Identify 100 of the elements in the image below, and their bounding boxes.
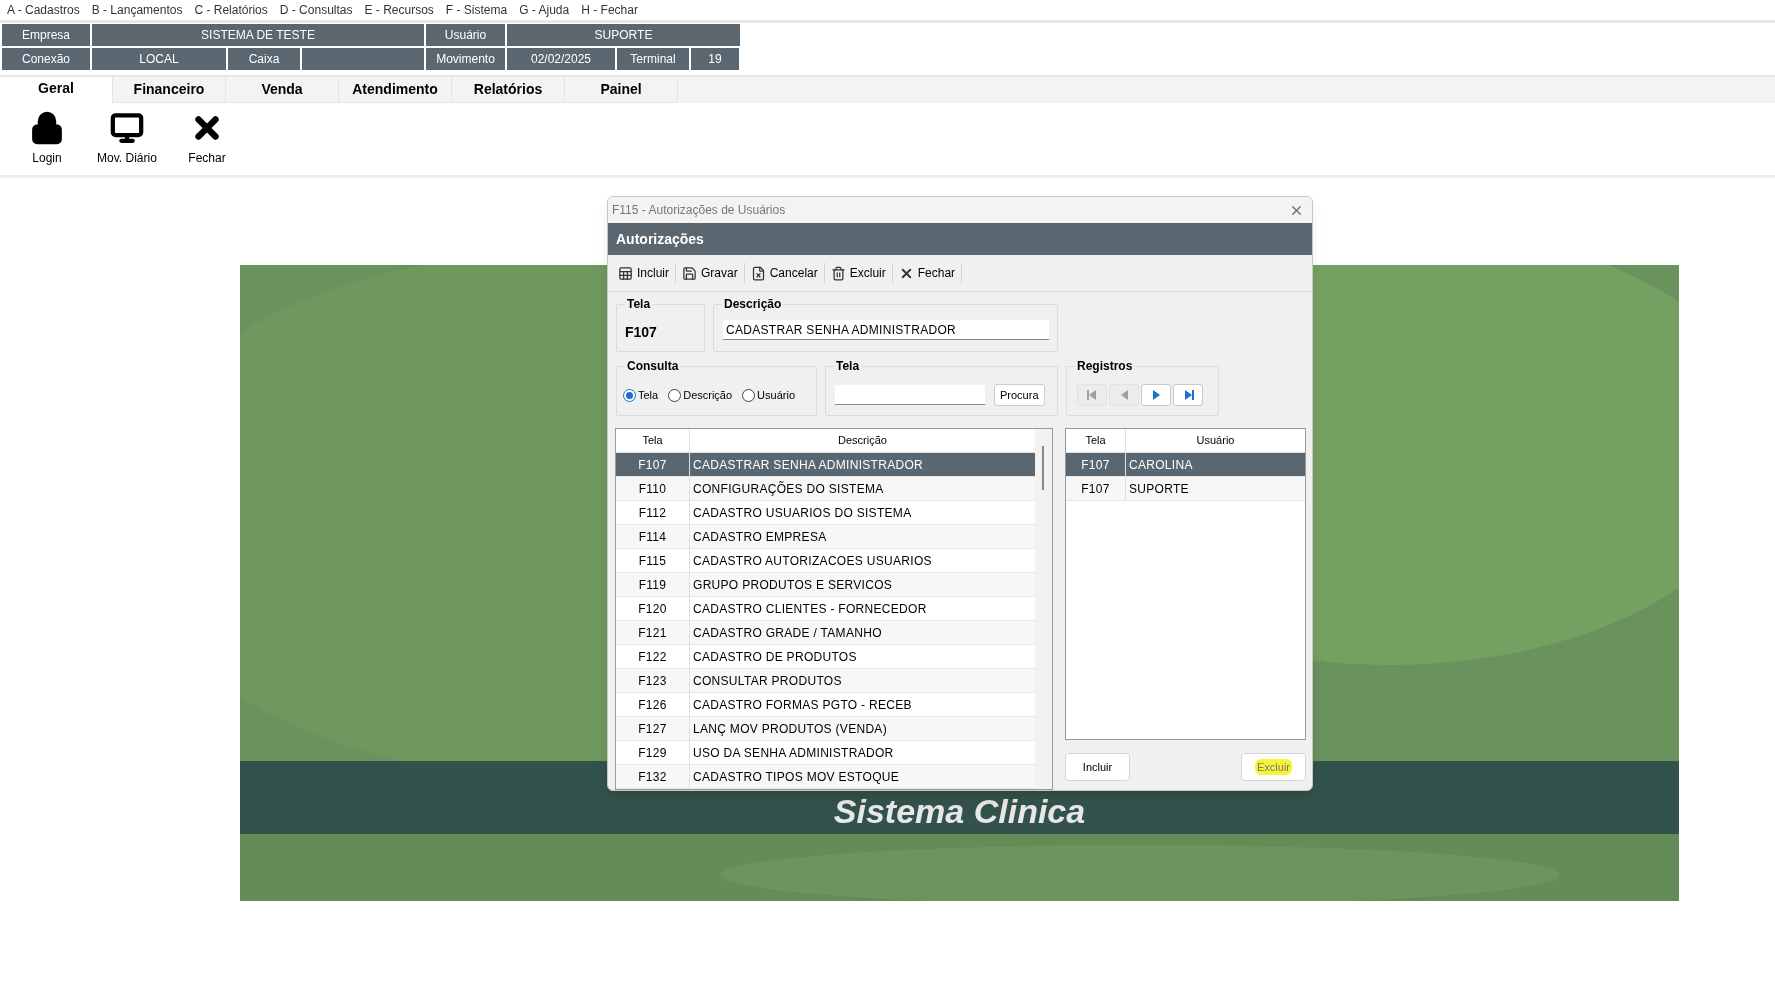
table-cell-text: CAROLINA (1128, 456, 1194, 474)
table-cell-text: CADASTRO USUARIOS DO SISTEMA (692, 504, 913, 522)
navigation-button[interactable] (1173, 384, 1203, 406)
menu-item[interactable]: A - Cadastros (7, 1, 80, 19)
column-header[interactable]: Descrição (690, 429, 1035, 452)
info-cell: Movimento (426, 48, 505, 70)
ribbon-button[interactable]: Fechar (176, 111, 238, 167)
table-cell: F120 (616, 597, 690, 620)
radio-option[interactable]: Descrição (668, 386, 733, 404)
table-cell: F122 (616, 645, 690, 668)
table-cell: F132 (616, 765, 690, 788)
table-cell: F121 (616, 621, 690, 644)
table-row[interactable]: F115 CADASTRO AUTORIZACOES USUARIOS (616, 549, 1035, 573)
radio-option[interactable]: Usuário (742, 386, 795, 404)
table-row[interactable]: F114 CADASTRO EMPRESA (616, 525, 1035, 549)
ribbon-tab[interactable]: Relatórios (452, 77, 565, 103)
table-cell: F127 (616, 717, 690, 740)
table-row[interactable]: F132 CADASTRO TIPOS MOV ESTOQUE (616, 765, 1035, 789)
ribbon-button[interactable]: Login (16, 111, 78, 167)
table-cell-text: CADASTRO AUTORIZACOES USUARIOS (692, 552, 933, 570)
table-cell: F123 (616, 669, 690, 692)
banner-title: Sistema Clinica (833, 792, 1086, 830)
monitor-icon (110, 111, 144, 145)
toolbar-button[interactable]: Fechar (892, 264, 962, 282)
info-cell: 19 (691, 48, 739, 70)
table-cell-text: CADASTRO CLIENTES - FORNECEDOR (692, 600, 928, 618)
description-field[interactable]: CADASTRAR SENHA ADMINISTRADOR (723, 320, 1049, 340)
toolbar-button[interactable]: Excluir (824, 264, 892, 282)
table-row[interactable]: F121 CADASTRO GRADE / TAMANHO (616, 621, 1035, 645)
toolbar-button[interactable]: Cancelar (744, 264, 824, 282)
table-row[interactable]: F126 CADASTRO FORMAS PGTO - RECEB (616, 693, 1035, 717)
menu-item[interactable]: C - Relatórios (194, 1, 268, 19)
table-cell-text: CADASTRO FORMAS PGTO - RECEB (692, 696, 913, 714)
table-cell: F107 (616, 453, 690, 476)
table-cell: F114 (616, 525, 690, 548)
radio-button[interactable] (668, 388, 682, 402)
info-cell: SUPORTE (507, 24, 740, 46)
table-row[interactable]: F107 CAROLINA (1066, 453, 1305, 477)
table-cell: F129 (616, 741, 690, 764)
ribbon-tab[interactable]: Atendimento (339, 77, 452, 103)
table-row[interactable]: F119 GRUPO PRODUTOS E SERVICOS (616, 573, 1035, 597)
table-cell-text: CADASTRAR SENHA ADMINISTRADOR (692, 456, 925, 474)
table-cell: F115 (616, 549, 690, 572)
menu-item[interactable]: H - Fechar (581, 1, 638, 19)
search-button[interactable]: Procura (994, 384, 1045, 406)
menu-item[interactable]: D - Consultas (279, 1, 353, 19)
radio-button[interactable] (623, 388, 636, 402)
toolbar-button[interactable]: Gravar (676, 264, 744, 282)
table-row[interactable]: F107 CADASTRAR SENHA ADMINISTRADOR (616, 453, 1035, 477)
info-cell: LOCAL (92, 48, 226, 70)
info-cell: Usuário (426, 24, 505, 46)
table-cell-text: SUPORTE (1128, 480, 1190, 498)
table-cell: F119 (616, 573, 690, 596)
table-row[interactable]: F120 CADASTRO CLIENTES - FORNECEDOR (616, 597, 1035, 621)
radio-option[interactable]: Tela (623, 386, 659, 404)
info-cell: SISTEMA DE TESTE (92, 24, 424, 46)
navigation-button[interactable] (1141, 384, 1171, 406)
save-icon (682, 265, 697, 281)
ribbon-tab[interactable]: Financeiro (113, 77, 226, 103)
toolbar-button[interactable]: Incluir (612, 264, 675, 282)
table-row[interactable]: F107 SUPORTE (1066, 477, 1305, 501)
action-button[interactable]: Excluir (1241, 753, 1306, 781)
skip-first-icon (1085, 388, 1099, 402)
column-header[interactable]: Tela (1066, 429, 1126, 452)
info-cell: Terminal (617, 48, 689, 70)
table-cell: F112 (616, 501, 690, 524)
trash-icon (830, 265, 846, 281)
table-icon (618, 265, 633, 281)
table-row[interactable]: F129 USO DA SENHA ADMINISTRADOR (616, 741, 1035, 765)
scrollbar[interactable] (1035, 429, 1052, 789)
search-field[interactable] (835, 385, 985, 405)
table-cell: F110 (616, 477, 690, 500)
menu-item[interactable]: E - Recursos (364, 1, 434, 19)
action-button[interactable]: Incluir (1065, 753, 1130, 781)
table-row[interactable]: F112 CADASTRO USUARIOS DO SISTEMA (616, 501, 1035, 525)
ribbon-tab[interactable]: Venda (226, 77, 339, 103)
ribbon-tab[interactable]: Painel (565, 77, 678, 103)
menu-item[interactable]: F - Sistema (445, 1, 508, 19)
table-cell: F107 (1066, 477, 1126, 500)
table-row[interactable]: F127 LANÇ MOV PRODUTOS (VENDA) (616, 717, 1035, 741)
menu-item[interactable]: B - Lançamentos (91, 1, 183, 19)
table-row[interactable]: F110 CONFIGURAÇÕES DO SISTEMA (616, 477, 1035, 501)
table-cell-text: CONFIGURAÇÕES DO SISTEMA (692, 480, 885, 498)
group-label: Registros (1075, 358, 1135, 374)
column-header[interactable]: Usuário (1126, 429, 1305, 452)
screen-code: F107 (625, 323, 657, 342)
table-cell-text: CADASTRO DE PRODUTOS (692, 648, 858, 666)
column-header[interactable]: Tela (616, 429, 690, 452)
group-label: Descrição (722, 296, 784, 312)
ribbon-tab[interactable]: Geral (0, 77, 113, 103)
table-cell: F107 (1066, 453, 1126, 476)
table-cell-text: CADASTRO TIPOS MOV ESTOQUE (692, 768, 901, 786)
table-row[interactable]: F123 CONSULTAR PRODUTOS (616, 669, 1035, 693)
table-cell-text: USO DA SENHA ADMINISTRADOR (692, 744, 895, 762)
menu-item[interactable]: G - Ajuda (519, 1, 570, 19)
ribbon-button[interactable]: Mov. Diário (96, 111, 158, 167)
radio-button[interactable] (742, 388, 756, 402)
table-cell-text: GRUPO PRODUTOS E SERVICOS (692, 576, 894, 594)
header-title: Autorizações (616, 229, 704, 249)
table-row[interactable]: F122 CADASTRO DE PRODUTOS (616, 645, 1035, 669)
